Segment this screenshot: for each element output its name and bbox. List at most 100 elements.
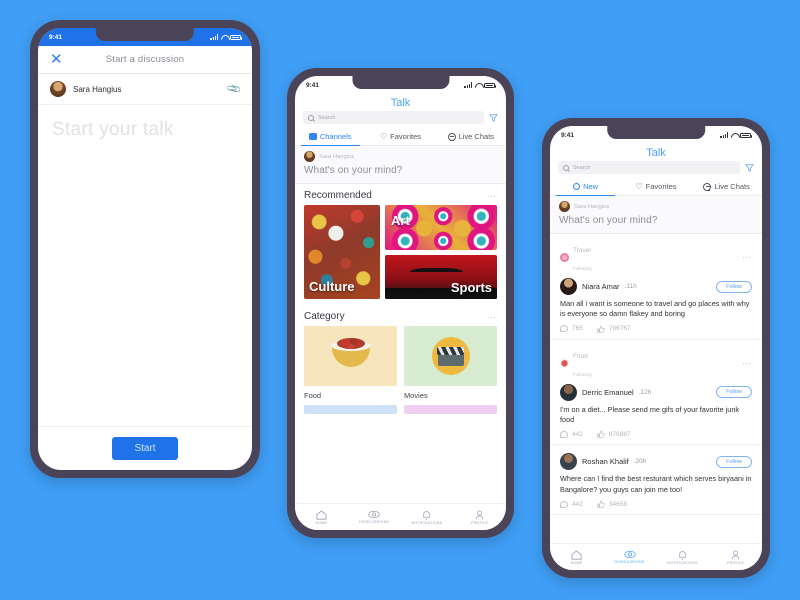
nav-notifications[interactable]: NOTIFICATIONS	[401, 510, 454, 525]
signal-icon	[210, 34, 218, 40]
more-dots-icon[interactable]: ⋯	[487, 312, 497, 321]
filter-icon[interactable]	[745, 163, 754, 172]
nav-home[interactable]: HOME	[295, 510, 348, 525]
category-card-food[interactable]: Food	[304, 326, 397, 400]
follow-button[interactable]: Follow	[716, 280, 752, 293]
like-stat[interactable]: 876887	[597, 430, 631, 439]
battery-icon	[740, 132, 753, 138]
start-button[interactable]: Start	[112, 437, 178, 460]
nav-profile[interactable]: PROFILE	[709, 550, 762, 565]
category-card-movies[interactable]: Movies	[404, 326, 497, 400]
post-author-row: Niara Amar .11h Follow	[560, 278, 752, 295]
nav-label: HOME	[570, 560, 583, 565]
comment-icon	[560, 325, 568, 333]
paperclip-icon[interactable]: 📎	[226, 81, 243, 97]
search-input[interactable]: Search	[303, 111, 484, 124]
status-time: 9:41	[561, 131, 575, 139]
more-dots-icon[interactable]: ⋯	[742, 253, 752, 262]
comment-count: 442	[572, 500, 583, 508]
channel-name: Travel	[573, 247, 591, 254]
post-item: Roshan Khalif .20h Follow Where can I fi…	[550, 445, 762, 516]
channel-name: Food	[573, 352, 588, 360]
bell-icon	[423, 510, 431, 519]
more-dots-icon[interactable]: ⋯	[742, 358, 752, 367]
like-count: 34658	[608, 500, 627, 508]
composer-card[interactable]: Sara Hangius What's on your mind?	[550, 196, 762, 234]
section-title: Category	[304, 311, 345, 322]
tab-label: Channels	[319, 132, 352, 141]
comment-stat[interactable]: 442	[560, 500, 583, 508]
recommended-card-culture[interactable]: Culture	[304, 205, 380, 299]
phone1-notch	[95, 28, 195, 41]
wifi-icon	[475, 82, 482, 88]
status-time: 9:41	[49, 33, 63, 41]
more-dots-icon[interactable]: ⋯	[487, 191, 497, 200]
user-name: Sara Hangius	[574, 203, 610, 210]
tab-label: Live Chats	[714, 182, 750, 191]
bottom-nav: HOME DISSCUSSIONS NOTIFICATIONS PROFILE	[550, 543, 762, 570]
tab-live-chats[interactable]: Live Chats	[436, 128, 506, 145]
nav-label: NOTIFICATIONS	[411, 520, 443, 525]
tab-bar: New ♡ Favorites Live Chats	[550, 178, 762, 197]
like-stat[interactable]: 34658	[597, 500, 627, 508]
nav-discussions[interactable]: DISSCUSSIONS	[603, 550, 656, 564]
comment-stat[interactable]: 442	[560, 430, 583, 438]
placeholder-strip-pink	[404, 405, 497, 414]
comment-count: 442	[572, 430, 583, 438]
chat-icon	[703, 182, 712, 191]
tab-channels[interactable]: Channels	[295, 128, 365, 147]
avatar	[304, 151, 315, 162]
post-author-row: Derric Emanuel .12h Follow	[560, 383, 752, 401]
tab-favorites[interactable]: ♡ Favorites	[621, 178, 692, 195]
nav-label: NOTIFICATIONS	[667, 560, 698, 565]
tab-label: Favorites	[390, 132, 421, 141]
phone3-notch	[607, 126, 705, 139]
placeholder-strip-row	[295, 405, 506, 416]
follow-button[interactable]: Follow	[716, 386, 752, 399]
card-label: Sports	[450, 280, 492, 295]
placeholder-strip-blue	[304, 405, 397, 414]
avatar	[559, 201, 570, 212]
composer-card[interactable]: Sara Hangius What's on your mind?	[295, 146, 506, 184]
nav-profile[interactable]: PROFILE	[453, 510, 506, 525]
heart-icon: ♡	[379, 131, 388, 141]
recommended-card-sports[interactable]: Sports	[385, 254, 497, 299]
signal-icon	[464, 82, 472, 88]
like-count: 876887	[608, 430, 631, 438]
recommended-card-art[interactable]: Art	[385, 205, 497, 250]
tab-label: New	[583, 182, 599, 191]
thumbs-up-icon	[597, 500, 605, 508]
tab-live-chats[interactable]: Live Chats	[691, 178, 762, 195]
search-placeholder: Search	[573, 164, 591, 171]
nav-label: DISSCUSSIONS	[359, 520, 390, 524]
nav-home[interactable]: HOME	[550, 550, 603, 565]
close-icon[interactable]: ✕	[50, 52, 63, 67]
channel-status: Following	[573, 371, 592, 377]
search-icon	[308, 114, 314, 121]
talk-composer[interactable]: Start your talk	[38, 105, 252, 405]
battery-icon	[230, 34, 243, 40]
tab-favorites[interactable]: ♡ Favorites	[365, 128, 435, 145]
nav-label: HOME	[315, 520, 328, 525]
compose-user-row: Sara Hangius 📎	[38, 74, 252, 105]
post-feed: Travel Following ⋯ Niara Amar .11h Follo…	[550, 234, 762, 516]
status-indicators	[210, 34, 243, 40]
channel-status: Following	[573, 266, 592, 271]
filter-icon[interactable]	[489, 113, 498, 122]
tab-new[interactable]: New	[550, 178, 621, 197]
phone-mockup-feed: 9:41 Talk Search New ♡ Favorites Live Ch…	[542, 118, 770, 578]
channel-avatar-icon	[560, 358, 569, 368]
nav-discussions[interactable]: DISSCUSSIONS	[348, 510, 401, 524]
comment-stat[interactable]: 765	[560, 325, 583, 333]
channel-info[interactable]: Food Following	[560, 345, 592, 381]
nav-notifications[interactable]: NOTIFICATIONS	[656, 550, 709, 565]
like-stat[interactable]: 786767	[597, 325, 631, 333]
follow-button[interactable]: Follow	[716, 455, 752, 468]
clapperboard-icon	[431, 337, 470, 375]
category-grid: Food Movies	[295, 326, 506, 405]
post-body: I'm on a diet... Please send me gifs of …	[560, 404, 740, 425]
channel-avatar-icon	[560, 252, 569, 262]
search-input[interactable]: Search	[558, 161, 740, 174]
channel-info[interactable]: Travel Following	[560, 239, 592, 275]
phone1-top-bar: ✕ Start a discussion	[38, 46, 252, 74]
